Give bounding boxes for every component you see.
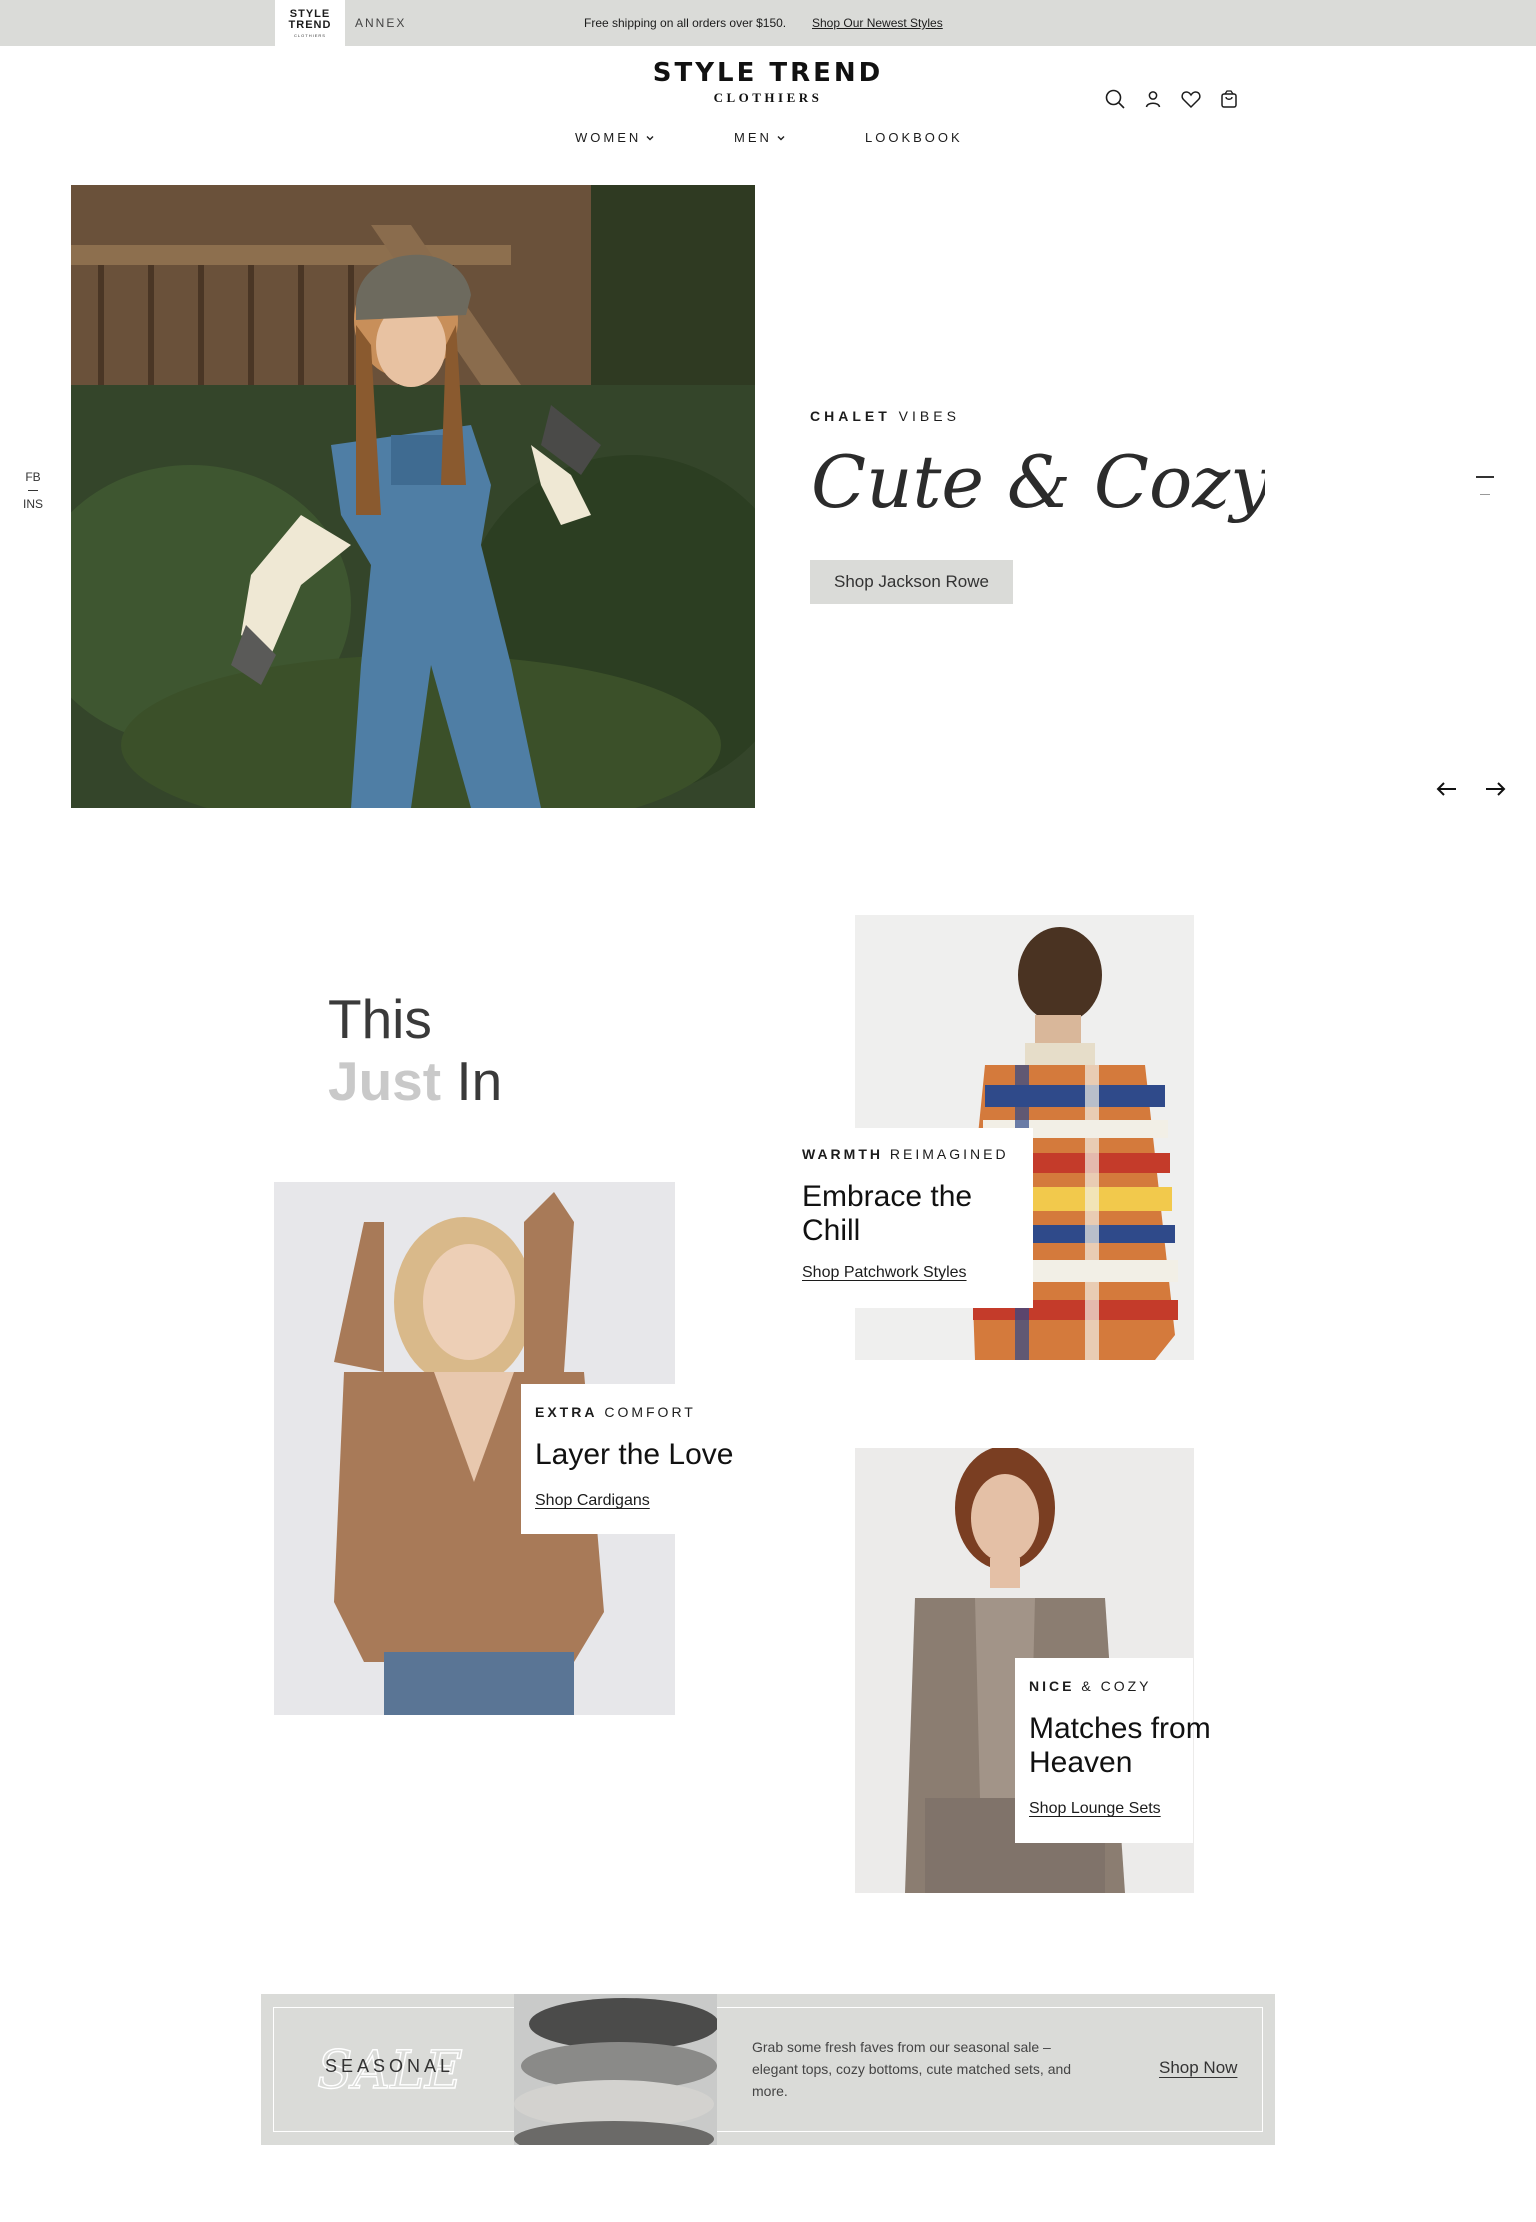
seasonal-label: SEASONAL xyxy=(325,2056,455,2076)
card-title-layer: Layer the Love xyxy=(535,1438,734,1471)
heading-line2: Just In xyxy=(328,1050,502,1112)
brand-tab-line3: CLOTHIERS xyxy=(294,32,326,38)
nav-item-lookbook[interactable]: LOOKBOOK xyxy=(865,130,963,145)
card-eyebrow-amp: & xyxy=(1081,1678,1094,1694)
brand-tab-style-trend[interactable]: STYLE TREND CLOTHIERS xyxy=(275,0,345,46)
card-title-matches: Matches from Heaven xyxy=(1029,1712,1211,1779)
hero-photo-woman-denim xyxy=(71,185,755,808)
brand-tab-line1: STYLE xyxy=(289,7,331,20)
hero-image xyxy=(71,185,755,808)
card-eyebrow-bold: NICE xyxy=(1029,1678,1075,1694)
card-eyebrow-light: COZY xyxy=(1100,1678,1152,1694)
nav-item-women[interactable]: WOMEN xyxy=(575,130,655,145)
card-eyebrow-bold: WARMTH xyxy=(802,1146,883,1162)
nav-item-men-label: MEN xyxy=(734,130,772,145)
search-icon[interactable] xyxy=(1104,88,1126,110)
hero-eyebrow-light: VIBES xyxy=(898,408,960,424)
seasonal-sale-banner[interactable]: SALE SEASONAL Grab some fresh faves from… xyxy=(261,1994,1275,2145)
heading-muted-word: Just xyxy=(328,1050,442,1112)
banner-description: Grab some fresh faves from our seasonal … xyxy=(752,2039,1072,2099)
site-logo[interactable]: STYLE TREND CLOTHIERS xyxy=(600,58,936,106)
shop-now-link[interactable]: Shop Now xyxy=(1159,2058,1237,2078)
nav-item-women-label: WOMEN xyxy=(575,130,642,145)
hero-eyebrow-bold: CHALET xyxy=(810,408,891,424)
instagram-link[interactable]: INS xyxy=(20,497,46,511)
brand-tab-line2: TREND xyxy=(288,18,332,31)
heading-line1: This xyxy=(328,988,432,1050)
wishlist-icon[interactable] xyxy=(1180,88,1202,110)
card-eyebrow: EXTRA COMFORT xyxy=(535,1404,696,1420)
brand-tab-annex[interactable]: ANNEX xyxy=(355,16,406,30)
shop-patchwork-link[interactable]: Shop Patchwork Styles xyxy=(802,1264,967,1282)
card-title-embrace: Embrace the Chill xyxy=(802,1180,973,1247)
card-panel-embrace: WARMTH REIMAGINED Embrace the Chill Shop… xyxy=(793,1128,1033,1308)
header-icons xyxy=(1104,88,1244,110)
slider-pagination xyxy=(1476,476,1496,495)
card-eyebrow: WARMTH REIMAGINED xyxy=(802,1146,1009,1162)
logo-main-text: STYLE TREND xyxy=(652,58,884,88)
card-panel-layer: EXTRA COMFORT Layer the Love Shop Cardig… xyxy=(521,1384,760,1534)
hero-eyebrow: CHALET VIBES xyxy=(810,408,960,424)
chevron-down-icon xyxy=(646,135,654,140)
slide-indicator-active[interactable] xyxy=(1476,476,1494,478)
arrow-left-icon[interactable] xyxy=(1434,776,1460,802)
shop-jackson-rowe-button[interactable]: Shop Jackson Rowe xyxy=(810,560,1013,604)
shop-cardigans-link[interactable]: Shop Cardigans xyxy=(535,1492,650,1510)
this-just-in-heading: This Just In xyxy=(328,988,502,1112)
banner-sweaters-image xyxy=(514,1994,717,2145)
card-eyebrow: NICE & COZY xyxy=(1029,1678,1151,1694)
card-eyebrow-light: REIMAGINED xyxy=(889,1146,1009,1162)
promo-link[interactable]: Shop Our Newest Styles xyxy=(812,16,943,30)
slide-indicator[interactable] xyxy=(1480,494,1490,495)
social-divider xyxy=(28,490,38,491)
logo-sub-text: CLOTHIERS xyxy=(713,90,823,105)
folded-sweaters-photo xyxy=(514,1994,717,2145)
promo-text: Free shipping on all orders over $150. xyxy=(584,16,787,30)
card-eyebrow-light: COMFORT xyxy=(604,1404,696,1420)
social-links: FB INS xyxy=(20,470,46,511)
nav-item-lookbook-label: LOOKBOOK xyxy=(865,130,963,145)
facebook-link[interactable]: FB xyxy=(20,470,46,484)
hero-script-title-text: Cute & Cozy xyxy=(811,440,1265,524)
nav-item-men[interactable]: MEN xyxy=(734,130,786,145)
main-nav: WOMEN MEN LOOKBOOK xyxy=(0,130,1536,150)
chevron-down-icon xyxy=(777,135,785,140)
card-panel-matches: NICE & COZY Matches from Heaven Shop Lou… xyxy=(1015,1658,1211,1843)
card-eyebrow-bold: EXTRA xyxy=(535,1404,598,1420)
cart-icon[interactable] xyxy=(1218,88,1240,110)
account-icon[interactable] xyxy=(1142,88,1164,110)
announcement-bar: STYLE TREND CLOTHIERS ANNEX Free shippin… xyxy=(0,0,1536,46)
arrow-right-icon[interactable] xyxy=(1482,776,1508,802)
heading-line2-rest: In xyxy=(456,1050,503,1112)
shop-lounge-sets-link[interactable]: Shop Lounge Sets xyxy=(1029,1800,1161,1818)
hero-script-title: Cute & Cozy xyxy=(811,440,1265,524)
